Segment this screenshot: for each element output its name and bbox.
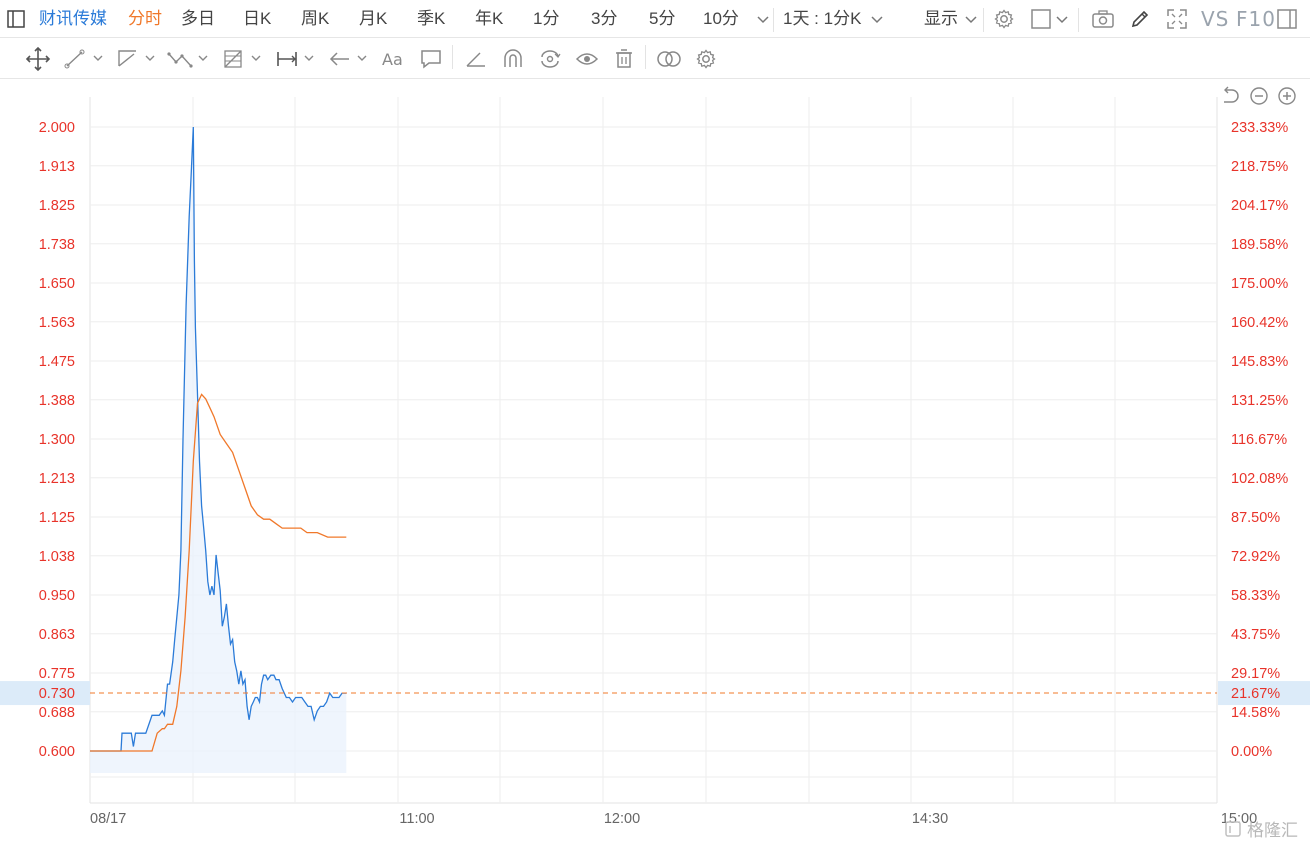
fibonacci-grid-icon[interactable] [222, 45, 266, 73]
trend-line-icon[interactable] [64, 45, 108, 73]
sidebar-toggle-icon[interactable] [6, 0, 26, 38]
tab-10min[interactable]: 10分 [703, 0, 739, 38]
y-tick-label: 1.825 [39, 198, 75, 214]
y-tick-label: 0.775 [39, 666, 75, 682]
y-tick-label: 1.213 [39, 471, 75, 487]
tab-1min[interactable]: 1分 [533, 0, 559, 38]
pct-tick-label: 233.33% [1231, 120, 1288, 136]
intraday-chart[interactable]: 2.000 233.33% 1.913 218.75% 1.825 204.17% 1.73… [0, 80, 1310, 847]
x-tick-label: 12:00 [604, 811, 640, 827]
divider [983, 8, 984, 32]
tab-3min[interactable]: 3分 [591, 0, 617, 38]
side-panel-icon[interactable] [1276, 0, 1298, 38]
magnet-icon[interactable] [501, 45, 525, 73]
watermark-logo-icon [1225, 820, 1241, 837]
y-tick-label: 1.388 [39, 393, 75, 409]
y-tick-label: 1.300 [39, 432, 75, 448]
tab-fenshi[interactable]: 分时 [128, 0, 162, 38]
trash-icon[interactable] [613, 45, 635, 73]
pencil-icon[interactable] [1129, 0, 1151, 38]
pct-tick-label: 189.58% [1231, 237, 1288, 253]
display-chevron-icon[interactable] [964, 0, 978, 38]
y-tick-label: 1.650 [39, 276, 75, 292]
wave-pattern-icon[interactable] [167, 45, 213, 73]
chart-settings-gear-icon[interactable] [695, 45, 717, 73]
arrow-left-icon[interactable] [328, 45, 372, 73]
x-tick-label: 08/17 [90, 811, 126, 827]
pct-tick-label: 160.42% [1231, 315, 1288, 331]
overlay-compare-icon[interactable] [656, 45, 682, 73]
tab-5min[interactable]: 5分 [649, 0, 675, 38]
layout-chevron-icon[interactable] [1055, 0, 1069, 38]
text-tool-icon[interactable]: Aa [381, 45, 407, 73]
tab-week-k[interactable]: 周K [301, 0, 329, 38]
pct-tick-label: 218.75% [1231, 159, 1288, 175]
y-tick-label: 1.475 [39, 354, 75, 370]
price-area-fill [90, 127, 347, 773]
y-tick-label: 0.688 [39, 705, 75, 721]
pct-tick-label: 116.67% [1231, 432, 1287, 448]
pct-tick-label: 58.33% [1231, 588, 1280, 604]
divider [1078, 8, 1079, 32]
visibility-eye-icon[interactable] [575, 45, 599, 73]
camera-icon[interactable] [1091, 0, 1115, 38]
pct-tick-label: 43.75% [1231, 627, 1280, 643]
pct-tick-label: 145.83% [1231, 354, 1288, 370]
tab-year-k[interactable]: 年K [475, 0, 503, 38]
x-tick-label: 11:00 [399, 811, 434, 827]
pct-tick-label: 204.17% [1231, 198, 1288, 214]
layout-square-icon[interactable] [1030, 0, 1052, 38]
svg-text:Aa: Aa [382, 50, 403, 69]
tab-multi-day[interactable]: 多日 [181, 0, 215, 38]
f10-button[interactable]: F10 [1236, 0, 1276, 38]
divider [452, 45, 453, 69]
pct-tick-label: 14.58% [1231, 705, 1280, 721]
sync-drawings-icon[interactable] [538, 45, 562, 73]
pct-tick-label: 29.17% [1231, 666, 1280, 682]
stock-name[interactable]: 财讯传媒 [39, 0, 107, 38]
period-chevron-icon[interactable] [870, 0, 884, 38]
vs-compare-button[interactable]: VS [1201, 0, 1229, 38]
measure-range-icon[interactable] [275, 45, 319, 73]
angle-ruler-icon[interactable] [464, 45, 488, 73]
pct-tick-label: 102.08% [1231, 471, 1288, 487]
settings-gear-icon[interactable] [993, 0, 1015, 38]
y-tick-label: 1.738 [39, 237, 75, 253]
fullscreen-icon[interactable] [1166, 0, 1188, 38]
pct-tick-label: 72.92% [1231, 549, 1280, 565]
y-tick-label: 1.913 [39, 159, 75, 175]
pct-tick-label: 175.00% [1231, 276, 1288, 292]
drawing-toolbar: Aa [0, 39, 1310, 79]
display-menu[interactable]: 显示 [924, 0, 958, 38]
y-tick-label: 0.600 [39, 744, 75, 760]
move-crosshair-icon[interactable] [25, 45, 51, 73]
tab-day-k[interactable]: 日K [243, 0, 271, 38]
period-select[interactable]: 1天 : 1分K [783, 0, 861, 38]
x-tick-label: 14:30 [912, 811, 948, 827]
y-tick-label: 1.563 [39, 315, 75, 331]
more-tabs-chevron-icon[interactable] [756, 0, 770, 38]
current-pct-label: 21.67% [1231, 686, 1280, 702]
pct-tick-label: 87.50% [1231, 510, 1280, 526]
current-price-label: 0.730 [39, 686, 75, 702]
y-tick-label: 0.950 [39, 588, 75, 604]
y-tick-label: 0.863 [39, 627, 75, 643]
channel-line-icon[interactable] [116, 45, 160, 73]
tab-season-k[interactable]: 季K [417, 0, 445, 38]
tab-month-k[interactable]: 月K [359, 0, 387, 38]
y-tick-label: 2.000 [39, 120, 75, 136]
watermark-text: 格隆汇 [1247, 821, 1298, 840]
pct-tick-label: 0.00% [1231, 744, 1272, 760]
y-tick-label: 1.038 [39, 549, 75, 565]
comment-icon[interactable] [419, 45, 443, 73]
top-bar: 财讯传媒 分时 多日 日K 周K 月K 季K 年K 1分 3分 5分 10分 1… [0, 0, 1310, 38]
pct-tick-label: 131.25% [1231, 393, 1288, 409]
watermark: 格隆汇 [1225, 816, 1298, 841]
divider [645, 45, 646, 69]
y-tick-label: 1.125 [39, 510, 75, 526]
divider [773, 8, 774, 32]
